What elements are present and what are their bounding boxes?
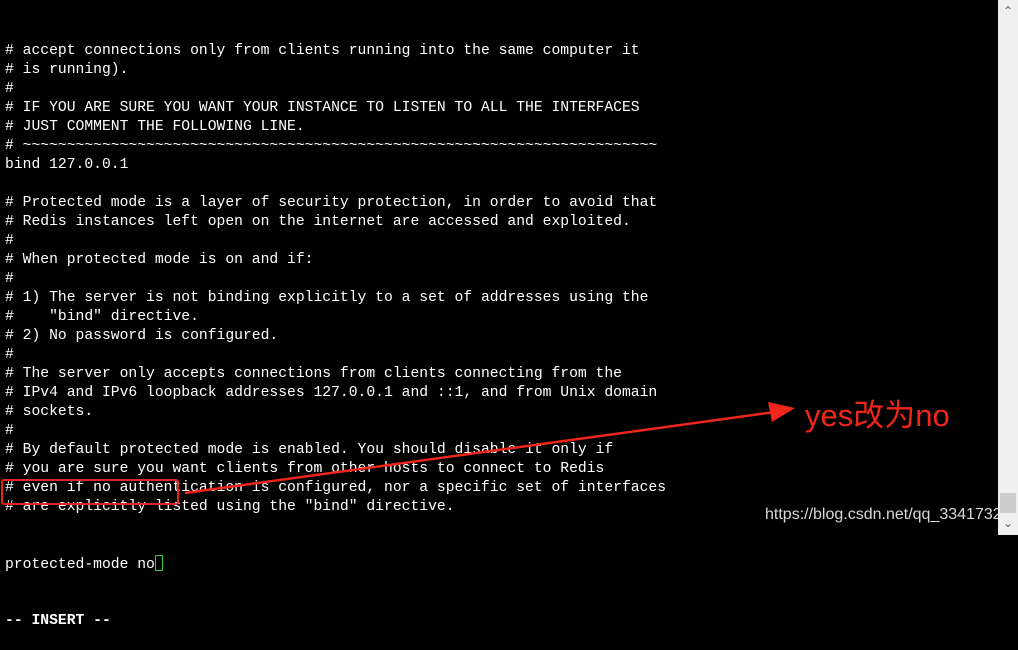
edited-line[interactable]: protected-mode no [5, 555, 995, 574]
chevron-down-icon[interactable]: ⌄ [998, 516, 1018, 530]
edited-line-text: protected-mode no [5, 557, 155, 573]
mode-indicator: -- INSERT -- [5, 613, 111, 629]
annotation-text: yes改为no [805, 398, 950, 433]
arrow-line [184, 410, 776, 495]
text-cursor [154, 555, 163, 571]
annotation-arrow [184, 402, 795, 495]
vertical-scrollbar[interactable]: ⌃ ⌄ [998, 0, 1018, 535]
arrow-head [768, 402, 795, 422]
scrollbar-thumb[interactable] [1000, 493, 1016, 513]
watermark: https://blog.csdn.net/qq_33417321 [765, 506, 1011, 523]
chevron-up-icon[interactable]: ⌃ [998, 4, 1018, 18]
